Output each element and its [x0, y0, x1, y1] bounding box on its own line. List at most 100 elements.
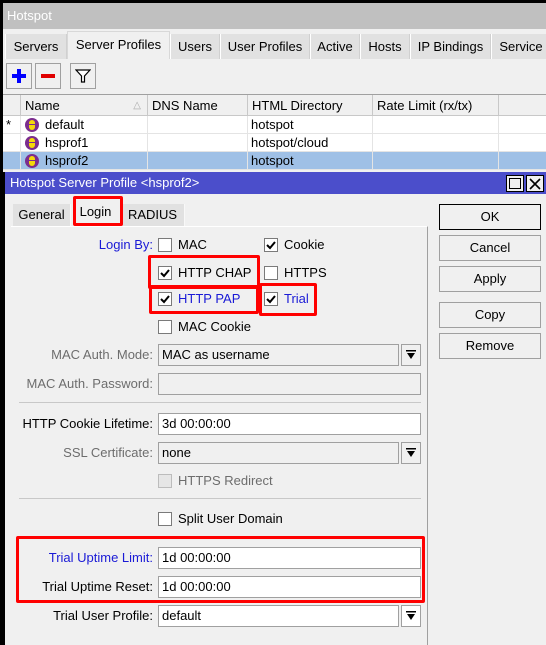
- tab-general[interactable]: General: [13, 204, 71, 226]
- copy-button[interactable]: Copy: [439, 302, 541, 328]
- checkmark-icon: [160, 269, 170, 278]
- tab-hosts[interactable]: Hosts: [360, 34, 410, 59]
- ssl-certificate-label: SSL Certificate:: [63, 445, 153, 460]
- trial-user-profile-label: Trial User Profile:: [53, 608, 153, 623]
- ssl-certificate-select[interactable]: none: [158, 442, 399, 464]
- http-cookie-lifetime-label: HTTP Cookie Lifetime:: [22, 416, 153, 431]
- server-profile-icon: [25, 136, 39, 150]
- trial-user-profile-select[interactable]: default: [158, 605, 399, 627]
- row-rate-limit: [373, 134, 499, 152]
- table-row-selected[interactable]: hsprof2 hotspot: [3, 152, 546, 170]
- section-divider: [19, 402, 421, 403]
- window-title: Hotspot: [3, 3, 546, 29]
- tab-radius[interactable]: RADIUS: [121, 204, 185, 226]
- table-header: Name △ DNS Name HTML Directory Rate Limi…: [3, 95, 546, 116]
- https-redirect-label: HTTPS Redirect: [178, 473, 273, 488]
- dropdown-arrow-icon: [406, 350, 416, 359]
- dropdown-arrow-icon: [406, 448, 416, 457]
- row-name-cell: hsprof1: [21, 134, 148, 152]
- split-user-domain-label: Split User Domain: [178, 511, 283, 526]
- default-flag: *: [3, 116, 21, 134]
- trial-checkbox[interactable]: [264, 292, 278, 306]
- checkmark-icon: [160, 295, 170, 304]
- cookie-checkbox[interactable]: [264, 238, 278, 252]
- http-cookie-lifetime-input[interactable]: 3d 00:00:00: [158, 413, 421, 435]
- table-row[interactable]: * default hotspot: [3, 116, 546, 134]
- http-pap-checkbox[interactable]: [158, 292, 172, 306]
- tab-ip-bindings[interactable]: IP Bindings: [410, 34, 491, 59]
- remove-profile-button[interactable]: Remove: [439, 333, 541, 359]
- mac-label: MAC: [178, 237, 207, 252]
- row-rate-limit: [373, 116, 499, 134]
- section-divider: [19, 498, 421, 499]
- maximize-button[interactable]: [506, 175, 524, 192]
- split-user-domain-checkbox[interactable]: [158, 512, 172, 526]
- remove-button[interactable]: [35, 63, 61, 89]
- flag-column-header: [3, 95, 21, 116]
- column-header-html-directory[interactable]: HTML Directory: [248, 95, 373, 116]
- trial-uptime-reset-label: Trial Uptime Reset:: [42, 579, 153, 594]
- mac-auth-password-label: MAC Auth. Password:: [26, 376, 153, 391]
- row-name-cell: default: [21, 116, 148, 134]
- mac-auth-mode-label: MAC Auth. Mode:: [51, 347, 153, 362]
- row-html-directory: hotspot/cloud: [248, 134, 373, 152]
- maximize-icon: [509, 178, 521, 189]
- mac-auth-mode-dropdown-button[interactable]: [401, 344, 421, 366]
- add-button[interactable]: [6, 63, 32, 89]
- dropdown-arrow-icon: [406, 611, 416, 620]
- mac-auth-password-field[interactable]: [158, 373, 421, 395]
- close-button[interactable]: [526, 175, 544, 192]
- profiles-table: Name △ DNS Name HTML Directory Rate Limi…: [3, 94, 546, 170]
- column-header-dns-name[interactable]: DNS Name: [148, 95, 248, 116]
- cookie-label: Cookie: [284, 237, 325, 252]
- http-chap-checkbox[interactable]: [158, 266, 172, 280]
- tab-server-profiles[interactable]: Server Profiles: [67, 31, 170, 59]
- mac-checkbox[interactable]: [158, 238, 172, 252]
- cancel-button[interactable]: Cancel: [439, 235, 541, 261]
- main-tabs: Servers Server Profiles Users User Profi…: [3, 29, 546, 59]
- apply-button[interactable]: Apply: [439, 266, 541, 292]
- tab-user-profiles[interactable]: User Profiles: [220, 34, 310, 59]
- tab-service[interactable]: Service: [491, 34, 546, 59]
- trial-uptime-limit-input[interactable]: 1d 00:00:00: [158, 547, 421, 569]
- row-dns-name: [148, 134, 248, 152]
- close-icon: [529, 177, 541, 190]
- trial-uptime-reset-input[interactable]: 1d 00:00:00: [158, 576, 421, 598]
- http-pap-label: HTTP PAP: [178, 291, 241, 306]
- tab-users[interactable]: Users: [170, 34, 220, 59]
- tab-servers[interactable]: Servers: [5, 34, 67, 59]
- trial-uptime-limit-label: Trial Uptime Limit:: [48, 550, 153, 565]
- https-redirect-checkbox[interactable]: [158, 474, 172, 488]
- http-chap-label: HTTP CHAP: [178, 265, 252, 280]
- row-dns-name: [148, 152, 248, 170]
- filter-button[interactable]: [70, 63, 96, 89]
- ok-button[interactable]: OK: [439, 204, 541, 230]
- dialog-title: Hotspot Server Profile <hsprof2>: [10, 175, 200, 190]
- server-profile-dialog: Hotspot Server Profile <hsprof2> General…: [3, 172, 546, 645]
- ssl-certificate-dropdown-button[interactable]: [401, 442, 421, 464]
- row-html-directory: hotspot: [248, 116, 373, 134]
- row-name: default: [45, 117, 85, 132]
- table-row[interactable]: hsprof1 hotspot/cloud: [3, 134, 546, 152]
- column-header-rate-limit[interactable]: Rate Limit (rx/tx): [373, 95, 499, 116]
- row-name: hsprof1: [45, 135, 89, 150]
- trial-user-profile-dropdown-button[interactable]: [401, 605, 421, 627]
- tab-active[interactable]: Active: [310, 34, 360, 59]
- row-flag: [3, 152, 21, 170]
- server-profile-icon: [25, 118, 39, 132]
- row-name: hsprof2: [45, 153, 89, 168]
- sort-ascending-icon: △: [133, 100, 141, 111]
- plus-icon: [12, 69, 26, 83]
- mac-auth-mode-select[interactable]: MAC as username: [158, 344, 399, 366]
- login-by-label: Login By:: [98, 237, 153, 252]
- row-dns-name: [148, 116, 248, 134]
- column-header-name[interactable]: Name △: [21, 95, 148, 116]
- row-rate-limit: [373, 152, 499, 170]
- mac-cookie-checkbox[interactable]: [158, 320, 172, 334]
- row-html-directory: hotspot: [248, 152, 373, 170]
- tab-login[interactable]: Login: [71, 201, 121, 226]
- row-name-cell: hsprof2: [21, 152, 148, 170]
- https-checkbox[interactable]: [264, 266, 278, 280]
- checkmark-icon: [266, 241, 276, 250]
- minus-icon: [41, 74, 55, 78]
